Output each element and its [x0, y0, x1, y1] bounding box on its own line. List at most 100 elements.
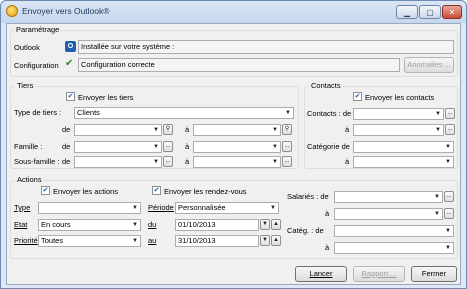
sousfamille-from-more-button[interactable]: ...	[163, 156, 173, 167]
salaries-to-more-button[interactable]: ...	[444, 208, 454, 219]
priorite-value: Toutes	[41, 236, 64, 245]
tiers-from-search-button[interactable]: ⚲	[163, 124, 173, 135]
famille-a-label: à	[185, 142, 190, 151]
send-actions-checkbox[interactable]: ✔	[41, 186, 50, 195]
famille-to-more-button[interactable]: ...	[282, 141, 292, 152]
send-tiers-checkbox[interactable]: ✔	[66, 92, 75, 101]
famille-from-field[interactable]: ▼	[74, 141, 162, 153]
minimize-button[interactable]: ▁	[396, 5, 418, 19]
sousfamille-from-field[interactable]: ▼	[74, 156, 162, 168]
ellipsis-icon: ...	[165, 158, 171, 164]
sousfamille-label: Sous-famille :	[14, 157, 60, 166]
ellipsis-icon: ...	[446, 193, 452, 199]
contacts-a-label: à	[345, 125, 350, 134]
salaries-from-more-button[interactable]: ...	[444, 191, 454, 202]
type-tiers-label: Type de tiers :	[14, 108, 62, 117]
contacts-from-more-button[interactable]: ...	[445, 108, 455, 119]
window-title: Envoyer vers Outlook®	[22, 6, 110, 16]
configuration-status-field: Configuration correcte	[78, 58, 400, 72]
send-contacts-checkbox[interactable]: ✔	[353, 92, 362, 101]
etat-select[interactable]: En cours ▼	[38, 219, 141, 231]
du-label: du	[148, 220, 156, 229]
send-tiers-label: Envoyer les tiers	[78, 93, 134, 102]
outlook-status-field: Installée sur votre système :	[78, 40, 454, 54]
periode-select[interactable]: Personnalisée ▼	[175, 202, 279, 214]
priorite-select[interactable]: Toutes ▼	[38, 235, 141, 247]
chevron-down-icon: ▼	[132, 222, 138, 228]
du-label-text: du	[148, 220, 157, 229]
contacts-to-field[interactable]: ▼	[353, 124, 444, 136]
chevron-down-icon: ▼	[262, 237, 268, 243]
close-button[interactable]: ✕	[442, 5, 462, 19]
etat-label-text: Etat	[14, 220, 28, 229]
binoculars-icon: ⚲	[284, 126, 290, 132]
chevron-down-icon: ▼	[434, 211, 440, 217]
categorie-to-select[interactable]: ▼	[353, 156, 454, 168]
chevron-down-icon: ▼	[435, 111, 441, 117]
lancer-button-label: Lancer	[309, 269, 333, 278]
au-label: au	[148, 236, 156, 245]
chevron-down-icon: ▼	[434, 194, 440, 200]
tiers-title: Tiers	[15, 81, 36, 90]
du-date-field[interactable]: 01/10/2013	[175, 219, 259, 231]
chevron-down-icon: ▼	[445, 245, 451, 251]
send-contacts-label: Envoyer les contacts	[365, 93, 435, 102]
chevron-down-icon: ▼	[132, 238, 138, 244]
chevron-up-icon: ▲	[273, 221, 279, 227]
chevron-down-icon: ▼	[445, 144, 451, 150]
etat-label: Etat	[14, 220, 27, 229]
chevron-down-icon: ▼	[153, 127, 159, 133]
contacts-de-label: Contacts : de	[307, 109, 352, 118]
categ-to-select[interactable]: ▼	[334, 242, 454, 254]
chevron-down-icon: ▼	[272, 159, 278, 165]
tiers-to-field[interactable]: ▼	[193, 124, 281, 136]
check-icon: ✔	[65, 58, 74, 69]
tiers-de-label: de	[62, 125, 71, 134]
au-increment-button[interactable]: ▲	[271, 235, 281, 246]
lancer-button[interactable]: Lancer	[295, 266, 347, 282]
priorite-label-text: Priorité	[14, 236, 38, 245]
du-calendar-button[interactable]: ▼	[260, 219, 270, 230]
fermer-button[interactable]: Fermer	[411, 266, 457, 282]
send-actions-label: Envoyer les actions	[53, 187, 119, 196]
tiers-from-field[interactable]: ▼	[74, 124, 162, 136]
categ-from-select[interactable]: ▼	[334, 225, 454, 237]
sousfamille-to-field[interactable]: ▼	[193, 156, 281, 168]
chevron-down-icon: ▼	[153, 144, 159, 150]
send-rdv-checkbox[interactable]: ✔	[152, 186, 161, 195]
title-bar[interactable]: Envoyer vers Outlook® ▁ ▢ ✕	[1, 1, 466, 23]
chevron-down-icon: ▼	[132, 205, 138, 211]
periode-value: Personnalisée	[178, 203, 226, 212]
au-date-field[interactable]: 31/10/2013	[175, 235, 259, 247]
anomalies-button[interactable]: Anomalies ...	[404, 57, 454, 73]
ellipsis-icon: ...	[284, 158, 290, 164]
chevron-down-icon: ▼	[272, 127, 278, 133]
action-type-select[interactable]: ▼	[38, 202, 141, 214]
au-label-text: au	[148, 236, 157, 245]
au-calendar-button[interactable]: ▼	[260, 235, 270, 246]
rapport-button[interactable]: Rapport ...	[353, 266, 405, 282]
salaries-from-field[interactable]: ▼	[334, 191, 443, 203]
maximize-button[interactable]: ▢	[419, 5, 441, 19]
contacts-to-more-button[interactable]: ...	[445, 124, 455, 135]
tiers-to-search-button[interactable]: ⚲	[282, 124, 292, 135]
contacts-title: Contacts	[309, 81, 343, 90]
contacts-from-field[interactable]: ▼	[353, 108, 444, 120]
rapport-button-label: Rapport ...	[361, 269, 397, 278]
du-increment-button[interactable]: ▲	[271, 219, 281, 230]
binoculars-icon: ⚲	[165, 126, 171, 132]
type-tiers-select[interactable]: Clients ▼	[74, 107, 294, 119]
outlook-label: Outlook	[14, 43, 40, 52]
salaries-a-label: à	[325, 209, 330, 218]
app-icon	[6, 5, 18, 17]
configuration-label: Configuration	[14, 61, 59, 70]
categorie-from-select[interactable]: ▼	[353, 141, 454, 153]
chevron-down-icon: ▼	[285, 110, 291, 116]
chevron-down-icon: ▼	[272, 144, 278, 150]
parametrage-title: Paramétrage	[14, 25, 62, 34]
salaries-to-field[interactable]: ▼	[334, 208, 443, 220]
famille-to-field[interactable]: ▼	[193, 141, 281, 153]
sousfamille-to-more-button[interactable]: ...	[282, 156, 292, 167]
famille-from-more-button[interactable]: ...	[163, 141, 173, 152]
chevron-down-icon: ▼	[445, 159, 451, 165]
